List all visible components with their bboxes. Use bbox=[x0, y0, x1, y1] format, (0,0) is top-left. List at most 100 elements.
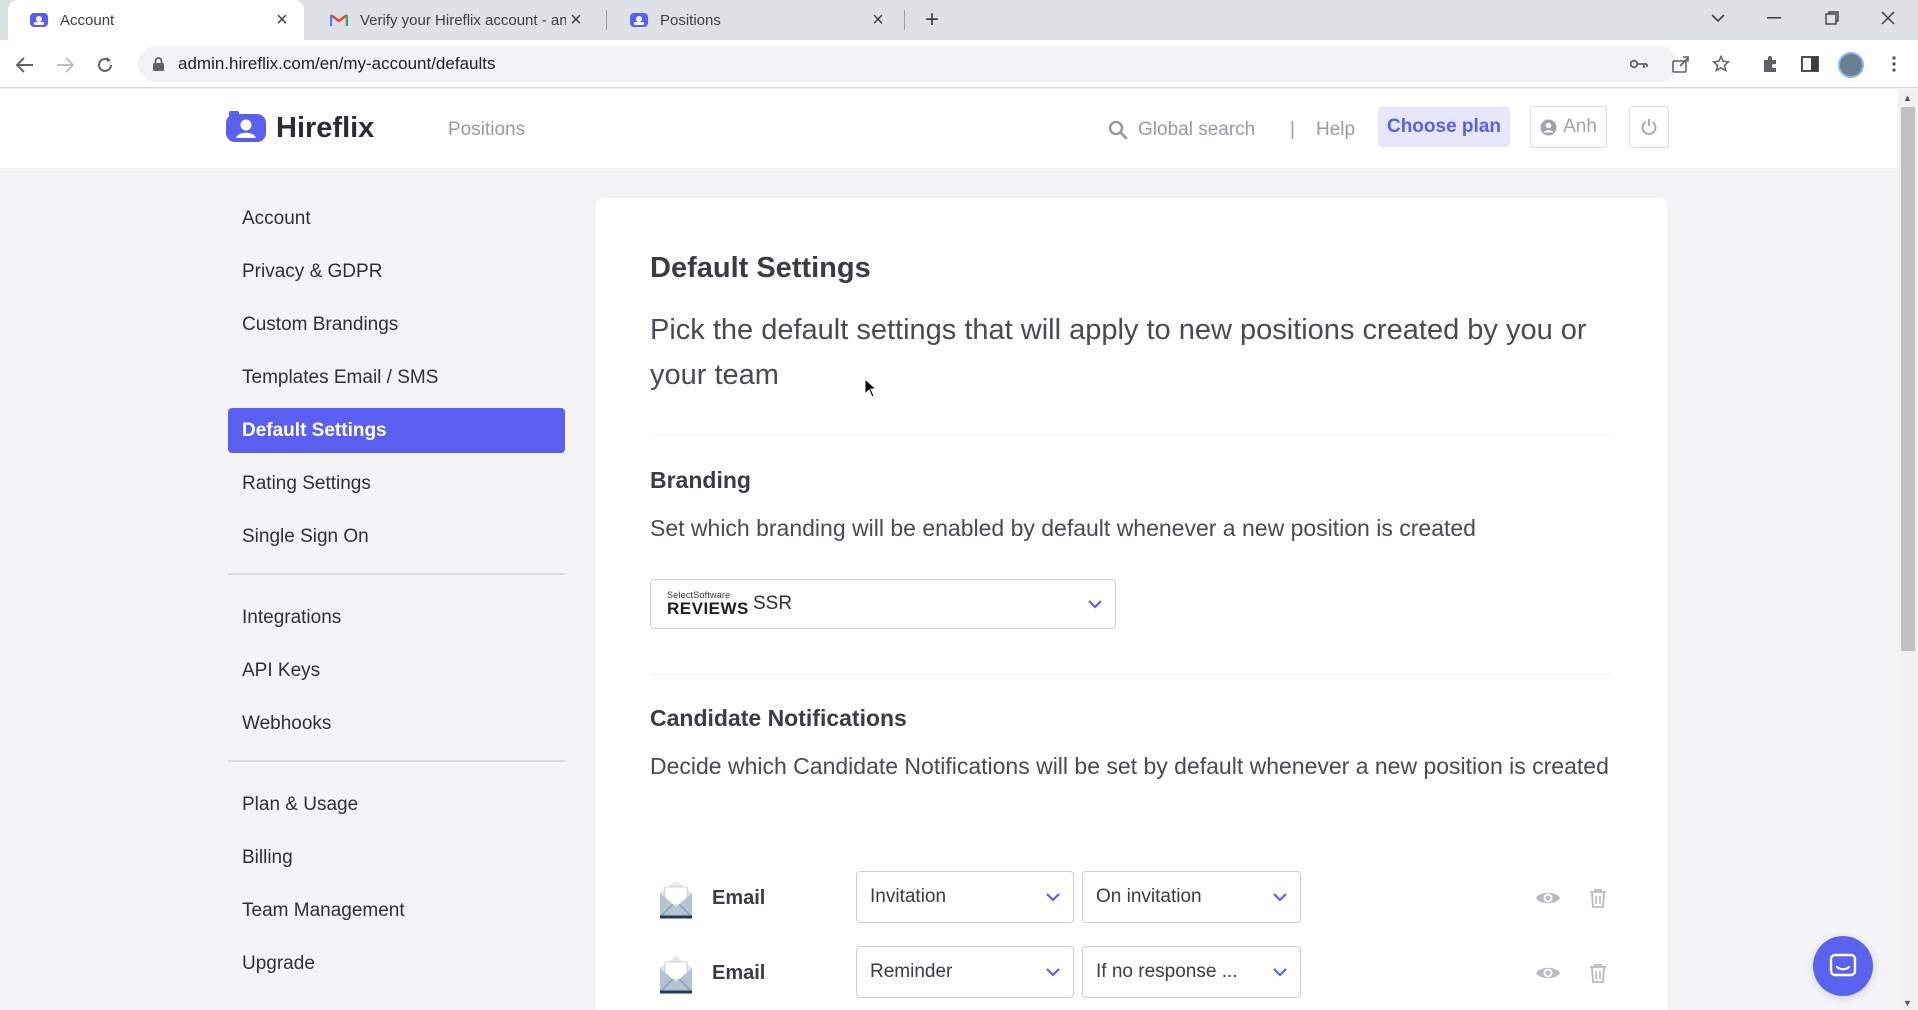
notification-trigger-select[interactable]: If no response ... bbox=[1082, 946, 1301, 998]
branding-selected-value: SSR bbox=[753, 593, 793, 614]
hireflix-favicon-icon bbox=[630, 11, 648, 29]
restore-icon[interactable] bbox=[1804, 0, 1860, 36]
minimize-icon[interactable] bbox=[1746, 0, 1802, 36]
chevron-down-icon bbox=[1075, 599, 1115, 609]
lock-icon[interactable] bbox=[150, 56, 166, 72]
side-panel-icon[interactable] bbox=[1796, 50, 1824, 78]
sidebar-item-upgrade[interactable]: Upgrade bbox=[228, 941, 565, 986]
sidebar-divider bbox=[228, 760, 565, 762]
section-divider bbox=[650, 674, 1613, 675]
sidebar-item-default-settings[interactable]: Default Settings bbox=[228, 408, 565, 453]
app-header: Hireflix Positions Global search | Help … bbox=[0, 89, 1898, 169]
url-text: admin.hireflix.com/en/my-account/default… bbox=[178, 54, 496, 73]
preview-eye-icon[interactable] bbox=[1534, 885, 1562, 911]
hireflix-logo[interactable]: Hireflix bbox=[226, 111, 374, 145]
browser-tab-positions[interactable]: Positions × bbox=[608, 0, 900, 40]
sidebar-item-privacy-gdpr[interactable]: Privacy & GDPR bbox=[228, 249, 565, 294]
user-circle-icon bbox=[1540, 119, 1557, 135]
user-name: Anh bbox=[1563, 116, 1597, 137]
notification-type-value: Reminder bbox=[870, 961, 953, 982]
logout-button[interactable] bbox=[1629, 106, 1669, 148]
user-menu-button[interactable]: Anh bbox=[1530, 106, 1607, 148]
chevron-down-icon bbox=[1033, 892, 1073, 902]
help-link[interactable]: Help bbox=[1316, 119, 1355, 141]
sidebar-item-billing[interactable]: Billing bbox=[228, 835, 565, 880]
scroll-up-arrow-icon[interactable]: ▲ bbox=[1903, 93, 1912, 103]
close-icon[interactable]: × bbox=[566, 9, 586, 31]
chevron-down-icon bbox=[1033, 967, 1073, 977]
branding-description: Set which branding will be enabled by de… bbox=[650, 515, 1476, 541]
chat-launcher-button[interactable] bbox=[1813, 936, 1873, 996]
tab-search-chevron-icon[interactable] bbox=[1690, 0, 1746, 36]
notification-channel: Email bbox=[712, 887, 766, 909]
sidebar-item-plan-usage[interactable]: Plan & Usage bbox=[228, 782, 565, 827]
tab-title: Positions bbox=[660, 11, 721, 29]
default-settings-card: Default Settings Pick the default settin… bbox=[595, 198, 1668, 1010]
sidebar-item-integrations[interactable]: Integrations bbox=[228, 595, 565, 640]
sidebar-item-api-keys[interactable]: API Keys bbox=[228, 648, 565, 693]
extensions-puzzle-icon[interactable] bbox=[1756, 50, 1784, 78]
close-icon[interactable]: × bbox=[272, 9, 292, 31]
sidebar-item-templates[interactable]: Templates Email / SMS bbox=[228, 355, 565, 400]
delete-trash-icon[interactable] bbox=[1584, 960, 1612, 986]
mouse-cursor-icon bbox=[864, 378, 878, 398]
close-icon[interactable]: × bbox=[868, 9, 888, 31]
header-divider: | bbox=[1290, 119, 1295, 140]
notification-type-value: Invitation bbox=[870, 886, 947, 907]
sidebar-item-rating-settings[interactable]: Rating Settings bbox=[228, 461, 565, 506]
more-vertical-icon[interactable] bbox=[1880, 50, 1908, 78]
candidate-notifications-title: Candidate Notifications bbox=[650, 705, 907, 731]
notification-row: Email Reminder If no response ... bbox=[650, 946, 1613, 1002]
scroll-down-arrow-icon[interactable]: ▼ bbox=[1903, 998, 1912, 1008]
back-arrow-icon[interactable] bbox=[10, 50, 40, 80]
notification-trigger-select[interactable]: On invitation bbox=[1082, 871, 1301, 923]
browser-tab-bar: Account × Verify your Hireflix account -… bbox=[0, 0, 1918, 40]
sidebar-item-custom-brandings[interactable]: Custom Brandings bbox=[228, 302, 565, 347]
tab-title: Verify your Hireflix account - anh bbox=[360, 11, 566, 29]
forward-arrow-icon[interactable] bbox=[50, 50, 80, 80]
sidebar-item-team-management[interactable]: Team Management bbox=[228, 888, 565, 933]
page-title: Default Settings bbox=[650, 252, 871, 284]
share-icon[interactable] bbox=[1667, 50, 1695, 78]
search-icon bbox=[1108, 120, 1128, 140]
key-icon[interactable] bbox=[1625, 50, 1653, 78]
browser-tab-account[interactable]: Account × bbox=[8, 0, 304, 40]
scrollbar-thumb[interactable] bbox=[1901, 107, 1915, 651]
window-close-icon[interactable] bbox=[1860, 0, 1916, 36]
sidebar-item-account[interactable]: Account bbox=[228, 196, 565, 241]
branding-logo: SelectSoftware REVIEWS bbox=[667, 591, 749, 618]
page-scrollbar[interactable]: ▲ ▼ bbox=[1898, 89, 1918, 1010]
browser-toolbar: admin.hireflix.com/en/my-account/default… bbox=[0, 40, 1918, 88]
reload-icon[interactable] bbox=[90, 50, 120, 80]
candidate-notifications-description: Decide which Candidate Notifications wil… bbox=[650, 753, 1609, 779]
settings-sidebar: Account Privacy & GDPR Custom Brandings … bbox=[228, 196, 565, 994]
choose-plan-button[interactable]: Choose plan bbox=[1378, 107, 1510, 147]
email-envelope-icon bbox=[659, 956, 693, 994]
gmail-favicon-icon bbox=[330, 11, 348, 29]
notification-trigger-value: If no response ... bbox=[1096, 961, 1238, 982]
section-divider bbox=[650, 435, 1613, 436]
sidebar-divider bbox=[228, 573, 565, 575]
bookmark-star-icon[interactable] bbox=[1707, 50, 1735, 78]
hireflix-favicon-icon bbox=[30, 11, 48, 29]
chevron-down-icon bbox=[1260, 967, 1300, 977]
address-bar[interactable]: admin.hireflix.com/en/my-account/default… bbox=[138, 46, 1678, 82]
page-intro: Pick the default settings that will appl… bbox=[650, 314, 1587, 391]
global-search-button[interactable]: Global search bbox=[1108, 119, 1255, 141]
profile-avatar[interactable] bbox=[1838, 52, 1864, 78]
email-envelope-icon bbox=[659, 881, 693, 919]
branding-logo-big-text: REVIEWS bbox=[667, 599, 749, 618]
notification-type-select[interactable]: Invitation bbox=[856, 871, 1074, 923]
browser-tab-gmail[interactable]: Verify your Hireflix account - anh × bbox=[308, 0, 598, 40]
notification-trigger-value: On invitation bbox=[1096, 886, 1202, 907]
global-search-label: Global search bbox=[1138, 119, 1256, 140]
notification-type-select[interactable]: Reminder bbox=[856, 946, 1074, 998]
branding-select[interactable]: SelectSoftware REVIEWS SSR bbox=[650, 579, 1116, 629]
new-tab-plus-icon[interactable]: + bbox=[918, 6, 946, 34]
delete-trash-icon[interactable] bbox=[1584, 885, 1612, 911]
notification-channel: Email bbox=[712, 962, 766, 984]
preview-eye-icon[interactable] bbox=[1534, 960, 1562, 986]
sidebar-item-webhooks[interactable]: Webhooks bbox=[228, 701, 565, 746]
sidebar-item-single-sign-on[interactable]: Single Sign On bbox=[228, 514, 565, 559]
nav-positions-link[interactable]: Positions bbox=[448, 119, 525, 141]
